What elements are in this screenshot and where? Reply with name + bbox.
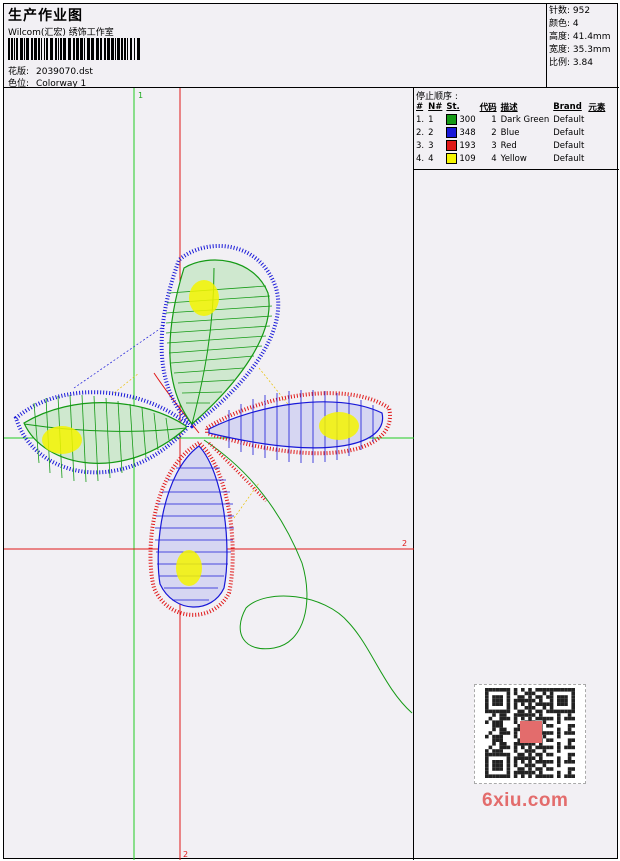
qr-code-image — [485, 688, 575, 778]
column-header: 描述 — [500, 102, 518, 113]
color-description: Red — [500, 140, 517, 151]
stitch-count: 109 — [459, 154, 476, 164]
qr-code — [474, 684, 586, 784]
stitch-count: 193 — [459, 141, 476, 151]
right-leaf — [205, 390, 392, 463]
row-index: 1. — [416, 114, 425, 125]
color-description: Dark Green — [500, 114, 550, 125]
color-swatch-box — [446, 140, 458, 151]
color-description: Blue — [500, 127, 520, 138]
header-panel: 生产作业图 Wilcom(汇宏) 绣饰工作室 花版: 2039070.dst 色位… — [4, 4, 547, 89]
column-header: Brand — [553, 101, 582, 112]
row-index: 4. — [416, 153, 425, 164]
production-sheet: 生产作业图 Wilcom(汇宏) 绣饰工作室 花版: 2039070.dst 色位… — [3, 3, 619, 860]
row-index: 3. — [416, 140, 425, 151]
table-header-row: # N# St. 代码 描述 Brand 元素 — [415, 100, 608, 113]
row-index: 2. — [416, 127, 425, 138]
stitch-count: 348 — [459, 128, 476, 138]
design-height: 高度: 41.4mm — [549, 32, 611, 42]
page-title: 生产作业图 — [8, 8, 83, 24]
company-name: Wilcom(汇宏) 绣饰工作室 — [8, 28, 114, 38]
jump-stitch-yellow-3 — [233, 482, 260, 519]
table-row: 4. 4 109 4 Yellow Default — [415, 152, 608, 165]
color-swatch-box — [446, 114, 458, 125]
table-row: 1. 1 300 1 Dark Green Default — [415, 113, 608, 126]
stitch-count: 针数: 952 — [549, 6, 591, 16]
watermark: 6xiu.com — [482, 790, 569, 811]
stop-sequence-table: # N# St. 代码 描述 Brand 元素 1. 1 300 1 Dark Gree… — [415, 100, 608, 165]
design-preview: 1 2 2 — [4, 88, 414, 860]
column-header: # — [416, 101, 424, 112]
design-width: 宽度: 35.3mm — [549, 45, 611, 55]
color-description: Yellow — [500, 153, 527, 164]
brand: Default — [553, 114, 585, 125]
color-count: 颜色: 4 — [549, 19, 579, 29]
stats-panel: 针数: 952 颜色: 4 高度: 41.4mm 宽度: 35.3mm 比例: … — [547, 4, 619, 88]
color-code: 3 — [491, 140, 497, 151]
left-leaf — [13, 390, 189, 483]
needle-number: 2 — [428, 127, 434, 138]
color-swatch: 300 — [445, 113, 478, 126]
brand: Default — [553, 153, 585, 164]
table-row: 3. 3 193 3 Red Default — [415, 139, 608, 152]
color-swatch: 193 — [445, 139, 478, 152]
horizontal-guide-red-label: 2 — [402, 539, 407, 548]
stem-stitch — [203, 439, 413, 714]
needle-number: 1 — [428, 114, 434, 125]
jump-stitch-blue — [73, 325, 165, 389]
bottom-leaf — [148, 440, 235, 617]
column-header: 代码 — [479, 102, 497, 113]
stop-sequence-panel: 停止顺序 : # N# St. 代码 描述 Brand 元素 1. 1 300 1 Da… — [414, 88, 619, 170]
brand: Default — [553, 127, 585, 138]
stitch-count: 300 — [459, 115, 476, 125]
color-swatch: 348 — [445, 126, 478, 139]
color-swatch: 109 — [445, 152, 478, 165]
table-row: 2. 2 348 2 Blue Default — [415, 126, 608, 139]
needle-number: 3 — [428, 140, 434, 151]
column-header: 元素 — [588, 102, 606, 113]
brand: Default — [553, 140, 585, 151]
color-code: 4 — [491, 153, 497, 164]
color-code: 2 — [491, 127, 497, 138]
jump-stitch-yellow-1 — [113, 372, 140, 394]
barcode — [8, 38, 140, 60]
vertical-guide-green-label: 1 — [138, 91, 143, 100]
top-leaf — [159, 243, 281, 429]
embroidery-drawing: 1 2 2 — [4, 88, 414, 860]
column-header: N# — [428, 101, 443, 112]
color-swatch-box — [446, 127, 458, 138]
column-header: St. — [446, 101, 460, 112]
design-scale: 比例: 3.84 — [549, 58, 593, 68]
color-swatch-box — [446, 153, 458, 164]
vertical-guide-red-label: 2 — [183, 850, 188, 859]
color-code: 1 — [491, 114, 497, 125]
needle-number: 4 — [428, 153, 434, 164]
